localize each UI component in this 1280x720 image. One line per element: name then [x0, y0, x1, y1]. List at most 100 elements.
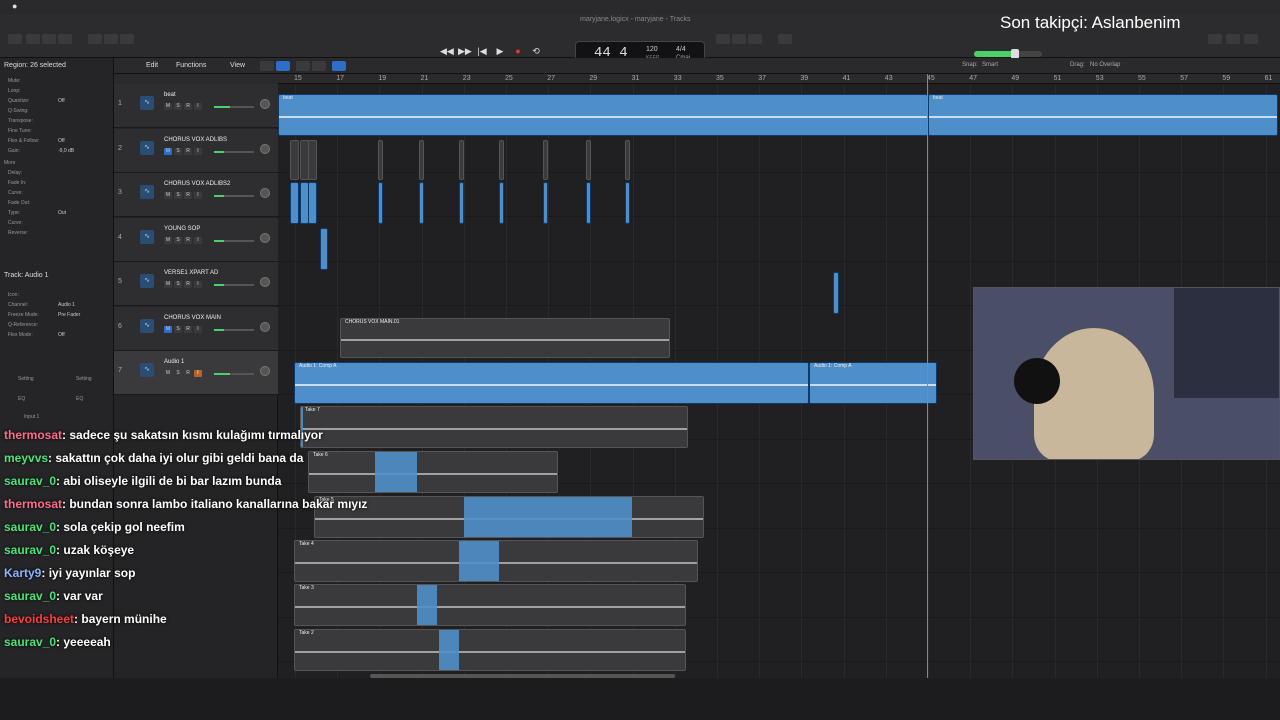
- adlib-region-muted[interactable]: [308, 140, 317, 180]
- record-enable-button[interactable]: R: [184, 192, 192, 199]
- track-name[interactable]: YOUNG SOP: [164, 226, 200, 232]
- adlib-region[interactable]: [543, 182, 548, 224]
- track-volume-slider[interactable]: [214, 106, 254, 108]
- young-sop-region[interactable]: [320, 228, 328, 270]
- adlib-region-muted[interactable]: [378, 140, 383, 180]
- track-name[interactable]: Audio 1: [164, 359, 184, 365]
- help-button[interactable]: [42, 34, 56, 44]
- adlib-region-muted[interactable]: [499, 140, 504, 180]
- media-button[interactable]: [1244, 34, 1258, 44]
- record-enable-button[interactable]: R: [184, 236, 192, 244]
- beat-region[interactable]: beat: [928, 94, 1278, 136]
- adlib-region-muted[interactable]: [419, 140, 424, 180]
- track-header[interactable]: 7 ∿ Audio 1 MSRI: [114, 351, 278, 395]
- adlib-region[interactable]: [378, 182, 383, 224]
- track-name[interactable]: CHORUS VOX MAIN: [164, 315, 221, 321]
- track-header[interactable]: 4 ∿ YOUNG SOP M S R I: [114, 217, 278, 262]
- mute-button[interactable]: M: [164, 103, 172, 110]
- adlib-region[interactable]: [586, 182, 591, 224]
- smart-controls-button[interactable]: [88, 34, 102, 44]
- record-enable-button[interactable]: R: [184, 370, 192, 377]
- adlib-region[interactable]: [308, 182, 317, 224]
- inspector-value[interactable]: Out: [58, 210, 66, 216]
- track-inspector-title[interactable]: Track: Audio 1: [4, 272, 49, 279]
- more-section-label[interactable]: More: [4, 160, 15, 166]
- library-button[interactable]: [8, 34, 22, 44]
- tempo-value[interactable]: 120: [646, 46, 658, 53]
- channel-strip-label[interactable]: Setting: [76, 376, 92, 382]
- channel-strip-label[interactable]: Setting: [18, 376, 34, 382]
- adlib-region-muted[interactable]: [290, 140, 299, 180]
- pan-knob[interactable]: [260, 366, 270, 376]
- track-header[interactable]: 5 ∿ VERSE1 XPART AD M S R I: [114, 262, 278, 306]
- input-monitor-button[interactable]: I: [194, 370, 202, 377]
- pan-knob[interactable]: [260, 232, 270, 243]
- pan-knob[interactable]: [260, 321, 270, 332]
- adlib-region[interactable]: [290, 182, 299, 224]
- drag-select[interactable]: No Overlap: [1090, 62, 1120, 68]
- comp-region[interactable]: Audio 1: Comp A: [294, 362, 809, 404]
- master-volume-slider[interactable]: [974, 49, 1042, 59]
- input-monitor-button[interactable]: I: [194, 192, 202, 199]
- track-name[interactable]: VERSE1 XPART AD: [164, 270, 218, 276]
- track-header[interactable]: 1 ∿ beat M S R I: [114, 84, 278, 128]
- solo-button[interactable]: S: [174, 103, 182, 110]
- inspector-value[interactable]: Off: [58, 98, 65, 104]
- list-editor-button[interactable]: [748, 34, 762, 44]
- channel-strip-label[interactable]: EQ: [76, 396, 83, 402]
- input-monitor-button[interactable]: I: [194, 281, 202, 288]
- track-volume-slider[interactable]: [214, 373, 254, 375]
- track-header[interactable]: 2 ∿ CHORUS VOX ADLIBS M S R I: [114, 128, 278, 173]
- channel-strip-label[interactable]: EQ: [18, 396, 25, 402]
- inspector-button[interactable]: [26, 34, 40, 44]
- inspector-value[interactable]: -9,0 dB: [58, 148, 74, 154]
- mute-button[interactable]: M: [164, 192, 172, 199]
- inspector-value[interactable]: Audio 1: [58, 302, 75, 308]
- record-enable-button[interactable]: R: [184, 147, 192, 155]
- solo-button[interactable]: S: [174, 147, 182, 155]
- take-region[interactable]: Take 5: [314, 496, 704, 538]
- track-name[interactable]: CHORUS VOX ADLIBS2: [164, 181, 230, 187]
- track-header[interactable]: 6 ∿ CHORUS VOX MAIN M S R I: [114, 306, 278, 351]
- take-region[interactable]: Take 2: [294, 629, 686, 671]
- inspector-value[interactable]: Off: [58, 332, 65, 338]
- cycle-button[interactable]: ⟲: [530, 45, 542, 57]
- chorus-main-region[interactable]: CHORUS VOX MAIN.01: [340, 318, 670, 358]
- verse-region[interactable]: [833, 272, 839, 314]
- timeline-ruler[interactable]: 15 17 19 21 23 25 27 29 31 33 35 37 39 41 43 45 47 49 51 53…: [278, 74, 1280, 84]
- forward-button[interactable]: ▶▶: [458, 45, 472, 57]
- inspector-value[interactable]: Off: [58, 138, 65, 144]
- record-enable-button[interactable]: R: [184, 325, 192, 333]
- solo-button[interactable]: S: [174, 325, 182, 333]
- adlib-region[interactable]: [625, 182, 630, 224]
- track-volume-slider[interactable]: [214, 284, 254, 286]
- mute-button[interactable]: M: [164, 325, 172, 333]
- adlib-region-muted[interactable]: [459, 140, 464, 180]
- region-inspector-title[interactable]: Region: 26 selected: [4, 62, 66, 69]
- solo-button[interactable]: S: [174, 281, 182, 288]
- track-volume-slider[interactable]: [214, 195, 254, 197]
- apple-icon[interactable]: ●: [12, 1, 17, 11]
- track-name[interactable]: CHORUS VOX ADLIBS: [164, 137, 227, 143]
- mute-button[interactable]: M: [164, 147, 172, 155]
- track-volume-slider[interactable]: [214, 150, 254, 153]
- comp-region[interactable]: Audio 1: Comp A: [809, 362, 937, 404]
- solo-button[interactable]: S: [174, 236, 182, 244]
- snap-select[interactable]: Smart: [982, 62, 998, 68]
- input-monitor-button[interactable]: I: [194, 147, 202, 155]
- input-monitor-button[interactable]: I: [194, 236, 202, 244]
- browser-button[interactable]: [1226, 34, 1240, 44]
- input-monitor-button[interactable]: I: [194, 325, 202, 333]
- adlib-region[interactable]: [419, 182, 424, 224]
- count-in-button[interactable]: [716, 34, 730, 44]
- record-enable-button[interactable]: R: [184, 281, 192, 288]
- take-region[interactable]: Take 4: [294, 540, 698, 582]
- adlib-region-muted[interactable]: [586, 140, 591, 180]
- mute-button[interactable]: M: [164, 236, 172, 244]
- pan-knob[interactable]: [260, 143, 270, 154]
- beat-region[interactable]: beat: [278, 94, 928, 136]
- pan-knob[interactable]: [260, 277, 270, 287]
- track-volume-slider[interactable]: [214, 328, 254, 331]
- mute-button[interactable]: M: [164, 370, 172, 377]
- take-region[interactable]: Take 6: [308, 451, 558, 493]
